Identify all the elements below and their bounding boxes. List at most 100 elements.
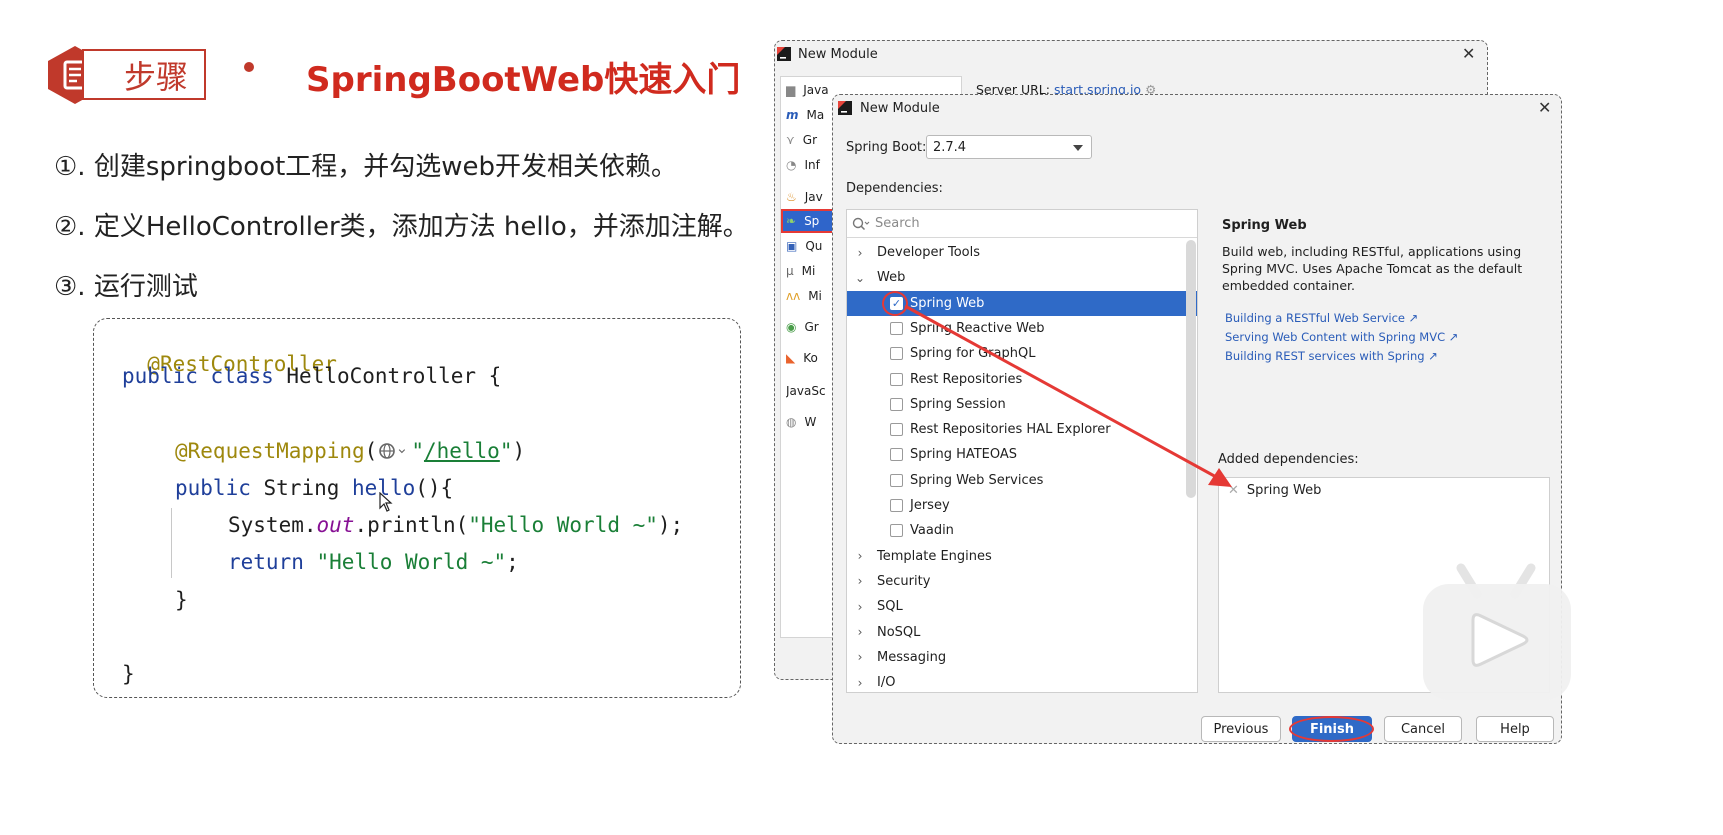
dependency-label: Template Engines (877, 548, 992, 564)
dependency-item[interactable]: Spring for GraphQL (890, 341, 1035, 366)
paren-close: ) (512, 439, 526, 463)
class-name: HelloController { (286, 364, 502, 388)
back-dialog-title: New Module (798, 47, 878, 62)
code-line-2: public class HelloController { (122, 364, 501, 388)
mapping-path[interactable]: /hello (424, 439, 500, 463)
dependency-group[interactable]: › NoSQL (853, 620, 921, 645)
checkbox[interactable] (890, 448, 903, 462)
play-icon[interactable] (1421, 554, 1573, 702)
chevron-right-icon[interactable]: › (853, 549, 867, 563)
checkbox[interactable] (890, 473, 903, 487)
dependency-item[interactable]: Vaadin (890, 518, 954, 543)
chevron-right-icon[interactable]: › (853, 574, 867, 588)
dependency-label: Vaadin (910, 523, 954, 539)
guide-link[interactable]: Building REST services with Spring ↗ (1225, 349, 1438, 363)
dependency-group[interactable]: › Template Engines (853, 544, 992, 569)
title-bullet (244, 62, 254, 72)
step-1: ①. 创建springboot工程，并勾选web开发相关依赖。 (54, 152, 678, 182)
code-line-4: public String hello(){ (175, 476, 453, 500)
dependency-label: Web (877, 270, 906, 286)
guide-link[interactable]: Building a RESTful Web Service ↗ (1225, 311, 1418, 325)
chevron-right-icon[interactable]: › (853, 650, 867, 664)
dependency-scrollbar[interactable] (1186, 240, 1196, 498)
quote-close: " (499, 439, 513, 463)
dependency-label: Rest Repositories HAL Explorer (910, 422, 1111, 438)
dependency-label: Spring Session (910, 396, 1006, 412)
dependency-item[interactable]: Spring HATEOAS (890, 442, 1017, 467)
checkbox[interactable] (890, 397, 903, 411)
dependency-label: Spring Reactive Web (910, 320, 1045, 336)
return-end: ; (506, 550, 519, 574)
remove-icon[interactable]: ✕ (1228, 483, 1239, 498)
return-string: "Hello World ~" (316, 550, 507, 574)
intellij-app-icon (838, 101, 852, 115)
checkbox[interactable] (890, 524, 903, 538)
dependency-label: Developer Tools (877, 245, 981, 260)
checkbox[interactable] (890, 499, 903, 512)
code-line-7: } (175, 588, 188, 612)
dependency-group[interactable]: › Developer Tools (853, 240, 980, 265)
dependency-item[interactable]: Spring Reactive Web (890, 316, 1045, 341)
dependency-label: Spring Web (910, 295, 985, 311)
dependency-item[interactable]: Jersey (890, 493, 950, 518)
dependency-search-input[interactable]: Search (847, 210, 1197, 238)
dependency-label: Security (877, 573, 931, 589)
dependency-detail-description: Build web, including RESTful, applicatio… (1222, 244, 1523, 293)
chevron-right-icon[interactable]: › (853, 625, 867, 639)
search-icon (852, 217, 870, 231)
dependency-label: Messaging (877, 649, 947, 665)
keyword-public: public (175, 476, 264, 500)
dependency-label: Jersey (910, 498, 950, 513)
method-params: (){ (415, 476, 454, 500)
help-button[interactable]: Help (1476, 716, 1554, 742)
indent-guide (171, 508, 172, 578)
dependency-label: SQL (877, 599, 903, 615)
annotation-circle-checkbox (882, 291, 908, 316)
dependency-item[interactable]: Rest Repositories HAL Explorer (890, 417, 1111, 442)
step-2: ②. 定义HelloController类，添加方法 hello，并添加注解。 (54, 212, 749, 242)
spring-boot-label: Spring Boot: (846, 140, 927, 155)
dialog-title: New Module (860, 101, 940, 116)
system-class: System. (228, 513, 317, 537)
slide-title: SpringBootWeb快速入门 (306, 60, 741, 100)
return-type: String (263, 476, 353, 500)
println-call: .println( (354, 513, 469, 537)
dependency-group[interactable]: › SQL (853, 594, 903, 619)
intellij-app-icon (777, 47, 791, 61)
quote-open: " (411, 439, 424, 463)
mouse-cursor-icon (379, 492, 393, 512)
chevron-right-icon[interactable]: › (853, 246, 867, 260)
out-field: out (316, 513, 355, 537)
close-icon[interactable]: ✕ (1538, 98, 1551, 117)
added-dependency-item[interactable]: ✕ Spring Web (1228, 483, 1321, 498)
close-icon[interactable]: ✕ (1462, 44, 1475, 63)
dependency-group[interactable]: › Security (853, 569, 931, 594)
dependency-group[interactable]: › Messaging (853, 645, 947, 670)
globe-icon[interactable] (377, 441, 397, 461)
chevron-right-icon[interactable]: › (853, 600, 867, 614)
dependency-item[interactable]: Spring Session (890, 392, 1006, 417)
steps-badge: 步骤 (82, 49, 206, 100)
dependency-item[interactable]: Rest Repositories (890, 367, 1022, 392)
keyword-return: return (228, 550, 317, 574)
previous-button[interactable]: Previous (1201, 716, 1281, 742)
spring-boot-version-value: 2.7.4 (933, 139, 967, 155)
dependency-item[interactable]: Spring Web Services (890, 468, 1043, 493)
checkbox[interactable] (890, 423, 903, 437)
chevron-down-icon[interactable]: ⌄ (853, 271, 867, 285)
cancel-button[interactable]: Cancel (1384, 716, 1462, 742)
checkbox[interactable] (890, 347, 903, 361)
checkbox[interactable] (890, 372, 903, 386)
guide-link[interactable]: Serving Web Content with Spring MVC ↗ (1225, 330, 1458, 344)
chevron-down-icon[interactable] (397, 441, 411, 461)
chevron-right-icon[interactable]: › (853, 676, 867, 690)
code-line-6: return "Hello World ~"; (228, 550, 519, 574)
dependency-label: NoSQL (877, 624, 921, 640)
chevron-down-icon (1073, 145, 1083, 151)
step-3: ③. 运行测试 (54, 272, 198, 302)
dependency-group[interactable]: › I/O (853, 670, 896, 695)
dependency-group[interactable]: ⌄ Web (853, 265, 905, 290)
added-dependencies-label: Added dependencies: (1218, 452, 1359, 467)
checkbox[interactable] (890, 321, 903, 335)
spring-boot-version-select[interactable]: 2.7.4 (926, 135, 1092, 159)
